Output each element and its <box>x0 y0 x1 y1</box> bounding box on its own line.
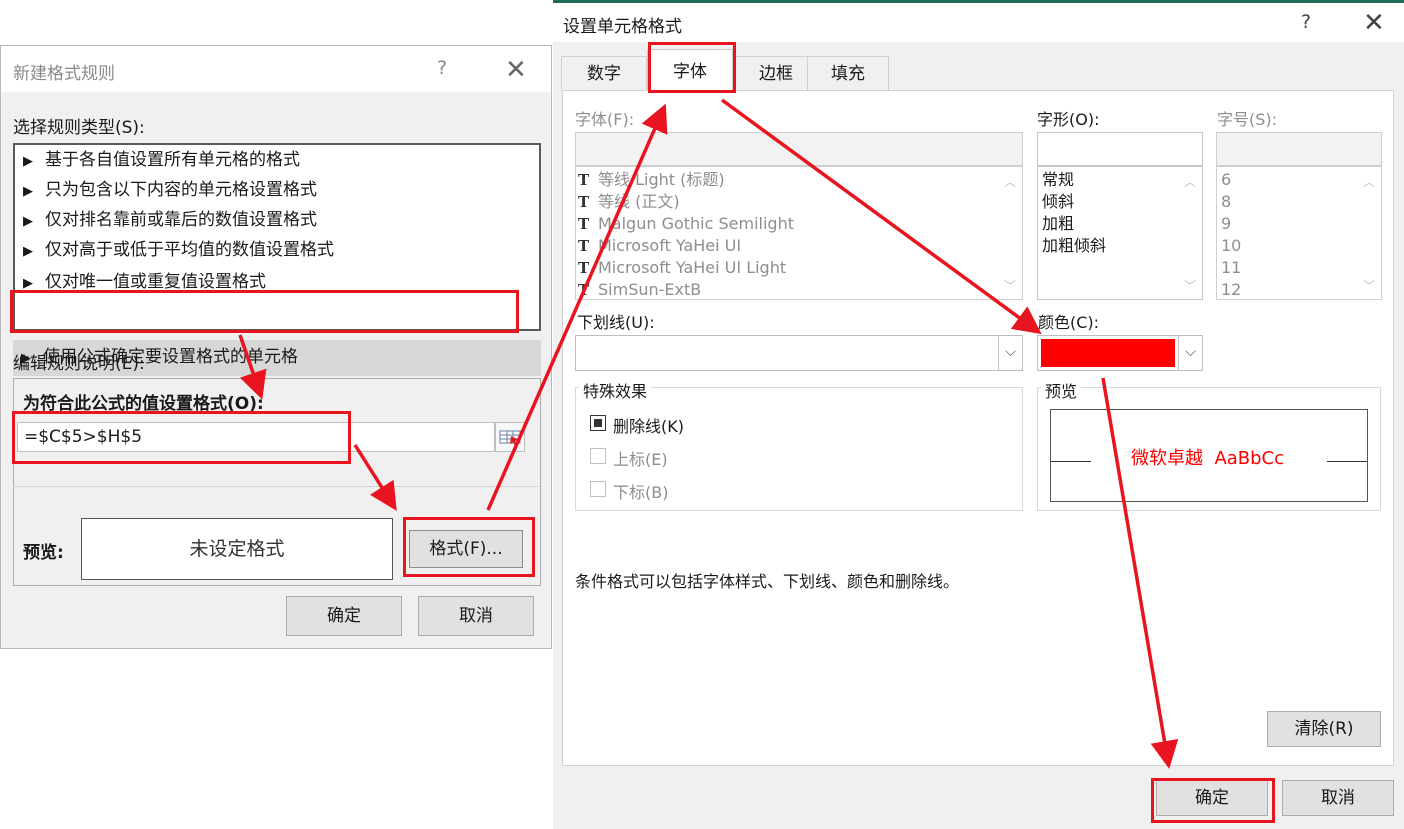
annotation-arrows <box>238 98 1179 769</box>
arrow-font-tab-to-color <box>720 98 1042 335</box>
arrow-format-to-font-tab <box>486 103 668 511</box>
arrow-rule-to-formula <box>238 334 267 400</box>
arrow-color-to-ok <box>1101 377 1179 769</box>
arrow-formula-to-format <box>353 444 397 511</box>
